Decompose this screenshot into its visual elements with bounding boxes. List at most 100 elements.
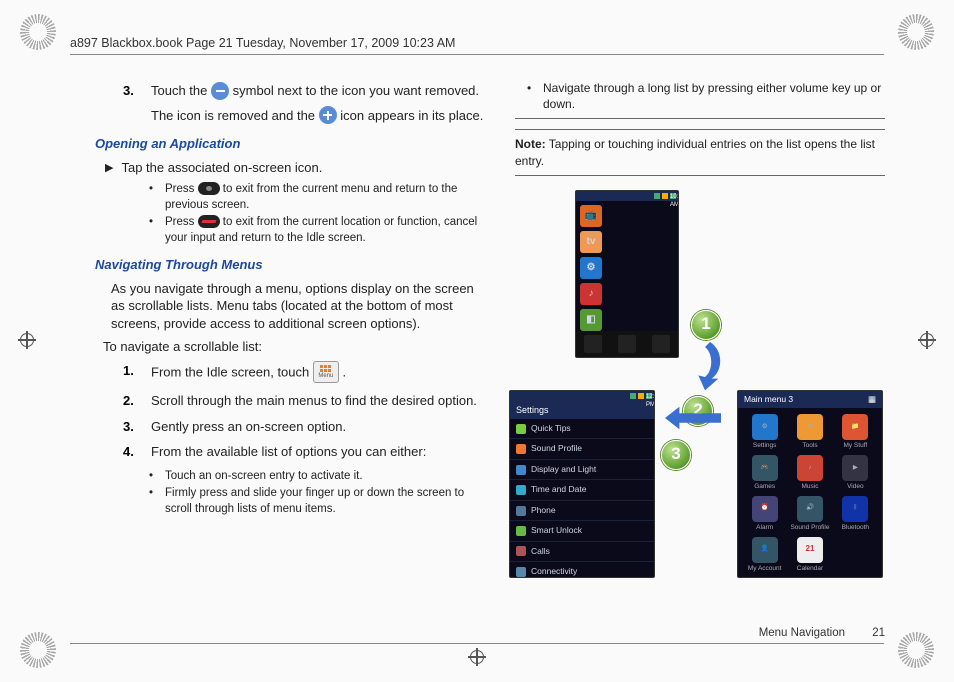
volume-nav-text: Navigate through a long list by pressing…: [543, 80, 885, 112]
grid-item: 21Calendar: [789, 537, 830, 574]
left-column: 3. Touch the symbol next to the icon you…: [95, 78, 487, 638]
plus-icon: [319, 106, 337, 124]
arrow-2-to-3-icon: [665, 406, 721, 430]
list-item: Calls: [510, 542, 654, 562]
grid-item: 🔊Sound Profile: [789, 496, 830, 533]
list-item: Display and Light: [510, 460, 654, 480]
step-3: 3. Touch the symbol next to the icon you…: [123, 82, 487, 125]
bullet-dot: •: [149, 469, 157, 485]
footer-rule: [70, 643, 884, 644]
nav-step-4-bullet-2: • Firmly press and slide your finger up …: [149, 486, 487, 517]
nav-s1-b: .: [342, 364, 346, 379]
bullet-dot: •: [149, 215, 157, 246]
p3-title: Main menu 3: [744, 394, 793, 405]
grid-item: ✚Tools: [789, 414, 830, 451]
grid-item: ♪Music: [789, 455, 830, 492]
nav-step-3: 3. Gently press an on-screen option.: [123, 418, 487, 436]
page-footer: Menu Navigation 21: [759, 626, 885, 642]
note-label: Note:: [515, 137, 546, 151]
pointer-tap-icon: ▶ Tap the associated on-screen icon.: [105, 159, 487, 177]
grid-toggle-icon: ▦: [868, 394, 876, 405]
step-3-line2-a: The icon is removed and the: [151, 108, 319, 123]
nav-paragraph: As you navigate through a menu, options …: [111, 280, 487, 333]
back-key-icon: [198, 182, 220, 195]
page-body: 3. Touch the symbol next to the icon you…: [95, 78, 885, 638]
callout-badge-3: 3: [661, 440, 691, 470]
list-item: Connectivity: [510, 562, 654, 578]
dock: [576, 331, 678, 357]
list-item: Phone: [510, 501, 654, 521]
step-number: 3.: [123, 418, 141, 436]
menu-chip-label: Menu: [318, 373, 333, 379]
widget-icon: tv: [580, 231, 602, 253]
grid-item: ⏰Alarm: [744, 496, 785, 533]
nav-step-2: 2. Scroll through the main menus to find…: [123, 392, 487, 410]
list-item: Time and Date: [510, 480, 654, 500]
bullet-dot: •: [149, 182, 157, 213]
list-item: Smart Unlock: [510, 521, 654, 541]
tap-icon-text: Tap the associated on-screen icon.: [121, 159, 322, 177]
dock-dial: [584, 335, 602, 353]
crop-mark: [18, 331, 36, 349]
divider: [515, 118, 885, 119]
list-item: Sound Profile: [510, 439, 654, 459]
nav-s1-a: From the Idle screen, touch: [151, 364, 313, 379]
header-text: a897 Blackbox.book Page 21 Tuesday, Nove…: [70, 36, 455, 50]
heading-navigating-menus: Navigating Through Menus: [95, 256, 487, 274]
press-back-a: Press: [165, 183, 198, 195]
p2-title: Settings: [510, 401, 654, 419]
step-number: 2.: [123, 392, 141, 410]
right-column: • Navigate through a long list by pressi…: [515, 78, 885, 638]
crop-mark: [468, 648, 486, 666]
crop-mark: [918, 331, 936, 349]
step-number: 4.: [123, 443, 141, 461]
arrow-1-to-2-icon: [693, 342, 727, 392]
callout-badge-1: 1: [691, 310, 721, 340]
running-header: a897 Blackbox.book Page 21 Tuesday, Nove…: [70, 36, 884, 55]
grid-item: 📁My Stuff: [835, 414, 876, 451]
nav-s4-b2: Firmly press and slide your finger up or…: [165, 486, 487, 517]
phone-idle-screenshot: 10:24 AM 📺 tv ⚙ ♪ ◧: [575, 190, 679, 358]
widget-icon: ◧: [580, 309, 602, 331]
grid-item: ▶Video: [835, 455, 876, 492]
corner-ornament: [20, 632, 56, 668]
grid-item: 🎮Games: [744, 455, 785, 492]
step-3-line2-b: icon appears in its place.: [340, 108, 483, 123]
footer-section: Menu Navigation: [759, 627, 845, 639]
corner-ornament: [898, 14, 934, 50]
widget-icon: ♪: [580, 283, 602, 305]
to-navigate-label: To navigate a scrollable list:: [103, 338, 487, 356]
phone-settings-screenshot: 12:25 PM Settings Quick Tips Sound Profi…: [509, 390, 655, 578]
widget-icon: ⚙: [580, 257, 602, 279]
bullet-dot: •: [149, 486, 157, 517]
nav-s3: Gently press an on-screen option.: [151, 418, 487, 436]
nav-step-4-bullet-1: • Touch an on-screen entry to activate i…: [149, 469, 487, 485]
dock-contacts: [618, 335, 636, 353]
menu-softkey-icon: Menu: [313, 361, 339, 383]
corner-ornament: [20, 14, 56, 50]
screenshot-diagram: 10:24 AM 📺 tv ⚙ ♪ ◧ 12:25 PM Settings: [515, 190, 885, 590]
p2-time: 12:25 PM: [646, 393, 652, 399]
note-text: Tapping or touching individual entries o…: [515, 137, 875, 167]
nav-step-4: 4. From the available list of options yo…: [123, 443, 487, 461]
note-block: Note: Tapping or touching individual ent…: [515, 129, 885, 175]
step-3-text-b: symbol next to the icon you want removed…: [233, 83, 479, 98]
bullet-press-end: • Press to exit from the current locatio…: [149, 215, 487, 246]
corner-ornament: [898, 632, 934, 668]
bullet-dot: •: [527, 80, 535, 112]
phone-mainmenu-screenshot: Main menu 3▦ ⚙Settings ✚Tools 📁My Stuff …: [737, 390, 883, 578]
step-3-text-a: Touch the: [151, 83, 211, 98]
grid-item: [835, 537, 876, 574]
dock-menu: [652, 335, 670, 353]
end-key-icon: [198, 215, 220, 228]
minus-icon: [211, 82, 229, 100]
heading-opening-application: Opening an Application: [95, 135, 487, 153]
step-number: 3.: [123, 82, 141, 125]
pointer-icon: ▶: [105, 161, 113, 177]
nav-s4-b1: Touch an on-screen entry to activate it.: [165, 469, 363, 485]
p1-time: 10:24 AM: [670, 193, 676, 199]
footer-page-number: 21: [872, 627, 885, 639]
nav-step-1: 1. From the Idle screen, touch Menu .: [123, 362, 487, 384]
nav-s2: Scroll through the main menus to find th…: [151, 392, 487, 410]
bullet-volume-nav: • Navigate through a long list by pressi…: [527, 80, 885, 112]
